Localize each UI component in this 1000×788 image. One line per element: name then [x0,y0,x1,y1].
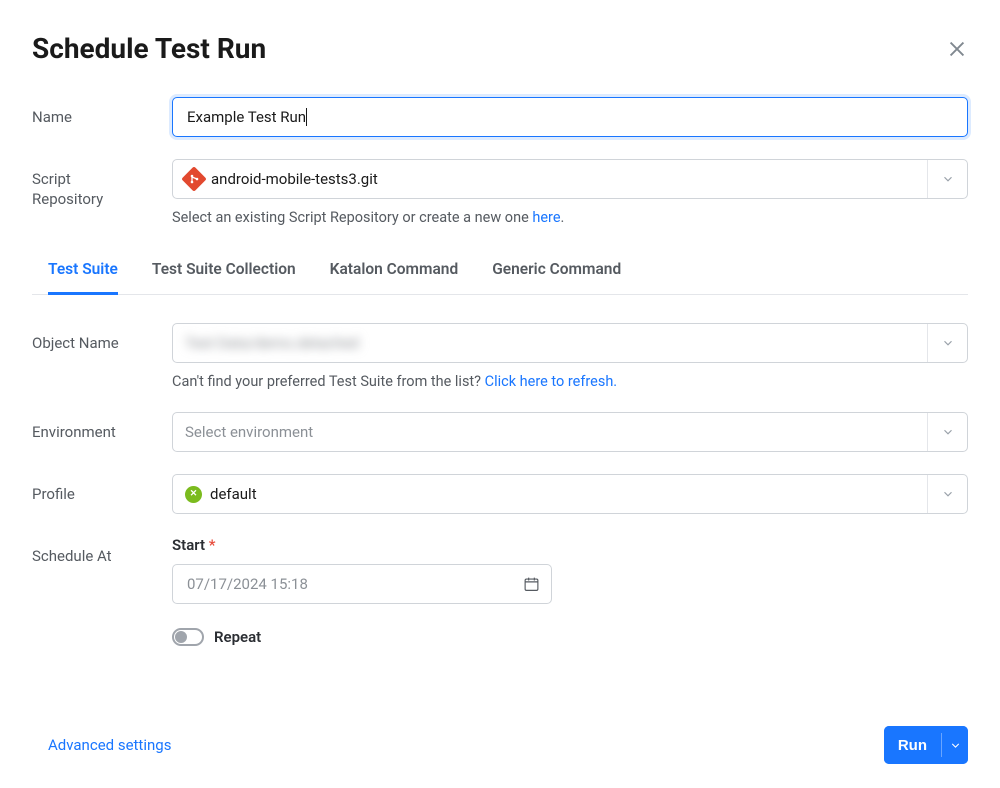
run-button[interactable]: Run [884,726,941,764]
run-button-group: Run [884,726,968,764]
tab-test-suite-collection[interactable]: Test Suite Collection [152,248,296,295]
tab-generic-command[interactable]: Generic Command [492,248,621,295]
script-repo-label-line2: Repository [32,190,103,208]
schedule-at-label: Schedule At [32,536,172,566]
script-repo-help-text: Select an existing Script Repository or … [172,209,968,226]
git-icon [181,166,206,191]
tabs: Test Suite Test Suite Collection Katalon… [32,248,968,295]
script-repo-label-line1: Script [32,170,71,188]
tab-katalon-command[interactable]: Katalon Command [330,248,459,295]
profile-select[interactable]: default [172,474,968,514]
environment-select[interactable]: Select environment [172,412,968,452]
required-asterisk: * [209,536,216,554]
tab-test-suite[interactable]: Test Suite [48,248,118,295]
toggle-knob [175,631,187,643]
dialog-title: Schedule Test Run [32,32,266,65]
calendar-icon[interactable] [523,576,540,593]
script-repo-select[interactable]: android-mobile-tests3.git [172,159,968,199]
run-dropdown-button[interactable] [942,726,968,764]
chevron-down-icon[interactable] [927,413,967,451]
script-repo-label: Script Repository [32,159,172,210]
chevron-down-icon[interactable] [927,324,967,362]
script-repo-value: android-mobile-tests3.git [211,170,378,188]
object-name-value-blurred: Test Data/demo.detached [185,334,359,352]
profile-label: Profile [32,474,172,504]
object-name-help-text: Can't find your preferred Test Suite fro… [172,373,968,390]
chevron-down-icon[interactable] [927,160,967,198]
repeat-toggle[interactable] [172,628,204,646]
close-icon[interactable] [946,38,968,60]
object-name-label: Object Name [32,323,172,353]
environment-placeholder: Select environment [185,423,313,441]
repeat-label: Repeat [214,628,261,646]
text-cursor [306,108,307,126]
chevron-down-icon[interactable] [927,475,967,513]
start-datetime-input[interactable] [172,564,552,604]
name-input[interactable]: Example Test Run [172,97,968,137]
refresh-link[interactable]: Click here to refresh. [485,373,618,390]
start-label: Start * [172,536,968,554]
profile-value: default [210,485,257,503]
environment-label: Environment [32,412,172,442]
profile-badge-icon [185,486,202,503]
advanced-settings-link[interactable]: Advanced settings [48,736,171,754]
create-repo-link[interactable]: here [532,209,560,226]
name-label: Name [32,97,172,127]
name-input-value: Example Test Run [187,108,306,126]
object-name-select[interactable]: Test Data/demo.detached [172,323,968,363]
